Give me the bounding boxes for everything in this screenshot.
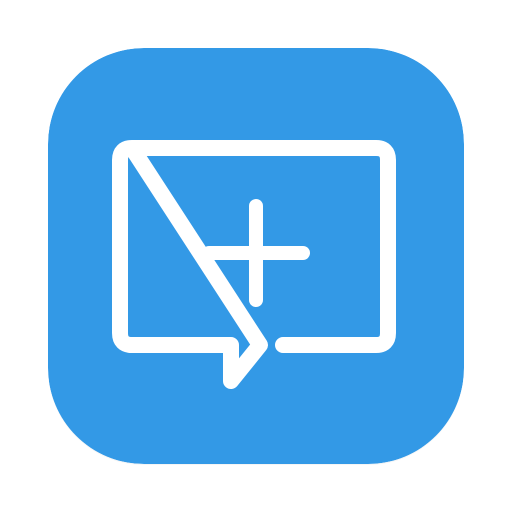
new-message-icon [48,48,464,464]
app-icon[interactable] [48,48,464,464]
icon-canvas [0,0,512,512]
